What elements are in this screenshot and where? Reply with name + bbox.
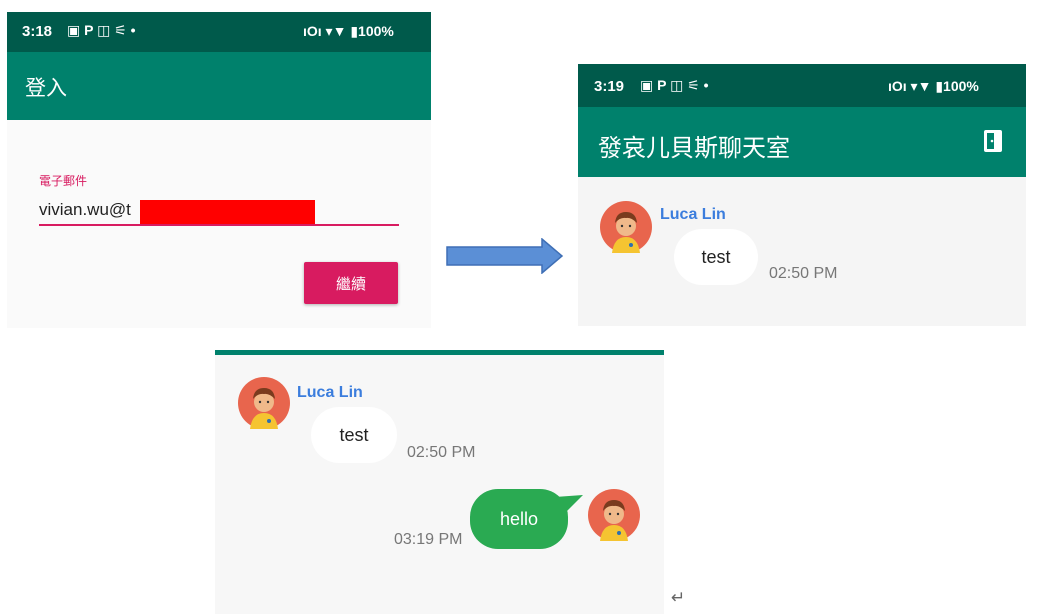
app-bar-edge	[215, 350, 664, 355]
status-bar: 3:19 ▣ P ◫ ⚟ • ıOı ▾▼ ▮100%	[578, 64, 1026, 107]
avatar[interactable]	[238, 377, 290, 429]
chat-room-title: 發哀儿貝斯聊天室	[598, 135, 790, 162]
status-time: 3:19	[594, 78, 625, 95]
system-status-icons: ıOı ▾▼ ▮100%	[888, 78, 979, 94]
notification-icons: ▣ P ◫ ⚟ •	[67, 22, 136, 38]
chat-detail-screenshot: Luca Lin test 02:50 PM hello 03:19 PM	[215, 350, 664, 614]
chat-room-screenshot: 3:19 ▣ P ◫ ⚟ • ıOı ▾▼ ▮100% 發哀儿貝斯聊天室 Luc…	[578, 64, 1026, 326]
email-field-label: 電子郵件	[39, 174, 88, 188]
message-time: 02:50 PM	[407, 444, 476, 461]
message-bubble-outgoing: hello	[470, 489, 568, 549]
continue-button[interactable]: 繼續	[304, 262, 398, 304]
login-screenshot: 3:18 ▣ P ◫ ⚟ • ıOı ▾▼ ▮100% 登入 電子郵件 vivi…	[7, 12, 431, 328]
message-bubble: test	[311, 407, 397, 463]
message-sender: Luca Lin	[297, 384, 363, 401]
email-field-underline	[39, 224, 399, 226]
avatar[interactable]	[600, 201, 652, 253]
return-mark: ↵	[671, 588, 686, 607]
email-field[interactable]: vivian.wu@t	[39, 200, 131, 220]
page-title: 登入	[25, 77, 67, 100]
redaction-box	[140, 200, 315, 226]
status-bar: 3:18 ▣ P ◫ ⚟ • ıOı ▾▼ ▮100%	[7, 12, 431, 52]
system-status-icons: ıOı ▾▼ ▮100%	[303, 23, 394, 39]
app-bar: 登入	[7, 52, 431, 120]
exit-door-icon[interactable]	[982, 129, 1004, 153]
message-sender: Luca Lin	[660, 206, 726, 223]
notification-icons: ▣ P ◫ ⚟ •	[640, 77, 709, 93]
arrow-right-icon	[446, 238, 564, 274]
avatar[interactable]	[588, 489, 640, 541]
message-time: 03:19 PM	[394, 531, 463, 548]
message-bubble: test	[674, 229, 758, 285]
status-time: 3:18	[22, 23, 53, 40]
message-time: 02:50 PM	[769, 265, 838, 282]
app-bar: 發哀儿貝斯聊天室	[578, 107, 1026, 177]
